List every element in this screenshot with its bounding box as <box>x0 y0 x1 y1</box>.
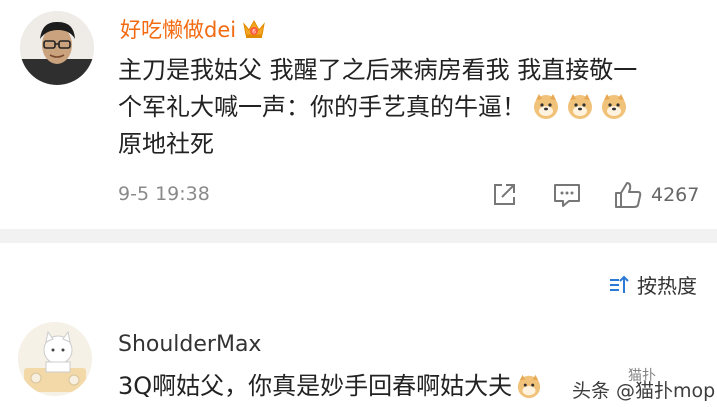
share-icon <box>494 184 515 205</box>
section-divider <box>0 229 717 243</box>
comment-line: 原地社死 <box>118 130 214 158</box>
sort-label[interactable]: 按热度 <box>637 270 697 299</box>
username[interactable]: 好吃懒做dei 6 <box>120 14 266 44</box>
doge-emoji-icon <box>566 92 594 120</box>
comment-line-text: 3Q啊姑父，你真是妙手回春啊姑大夫 <box>118 372 513 400</box>
doge-emoji-icon <box>516 373 542 399</box>
like-icon <box>615 182 642 208</box>
share-button[interactable] <box>490 179 518 211</box>
username[interactable]: ShoulderMax <box>118 332 261 357</box>
username-text[interactable]: 好吃懒做dei <box>120 14 236 44</box>
comment-line-text: 个军礼大喊一声：你的手艺真的牛逼！ <box>118 93 526 121</box>
svg-text:6: 6 <box>252 29 256 36</box>
like-count: 4267 <box>651 184 700 206</box>
comment-button[interactable] <box>552 179 582 211</box>
vip-crown-icon: 6 <box>242 18 266 40</box>
doge-emoji-icon <box>532 92 560 120</box>
avatar[interactable] <box>20 11 94 85</box>
comment-line: 个军礼大喊一声：你的手艺真的牛逼！ <box>118 89 708 126</box>
comment-icon <box>554 184 580 207</box>
comment-line: 主刀是我姑父 我醒了之后来病房看我 我直接敬一 <box>118 56 638 84</box>
doge-emoji-icon <box>600 92 628 120</box>
like-button[interactable]: 4267 <box>613 179 699 211</box>
comment-text: 主刀是我姑父 我醒了之后来病房看我 我直接敬一 个军礼大喊一声：你的手艺真的牛逼… <box>118 52 708 163</box>
avatar[interactable] <box>18 322 92 396</box>
timestamp: 9-5 19:38 <box>118 183 210 205</box>
sort-icon <box>610 275 629 293</box>
comment-text: 3Q啊姑父，你真是妙手回春啊姑大夫 <box>118 366 542 401</box>
sort-button[interactable]: 按热度 <box>607 270 697 299</box>
watermark: 头条 @猫扑mop <box>572 380 716 402</box>
